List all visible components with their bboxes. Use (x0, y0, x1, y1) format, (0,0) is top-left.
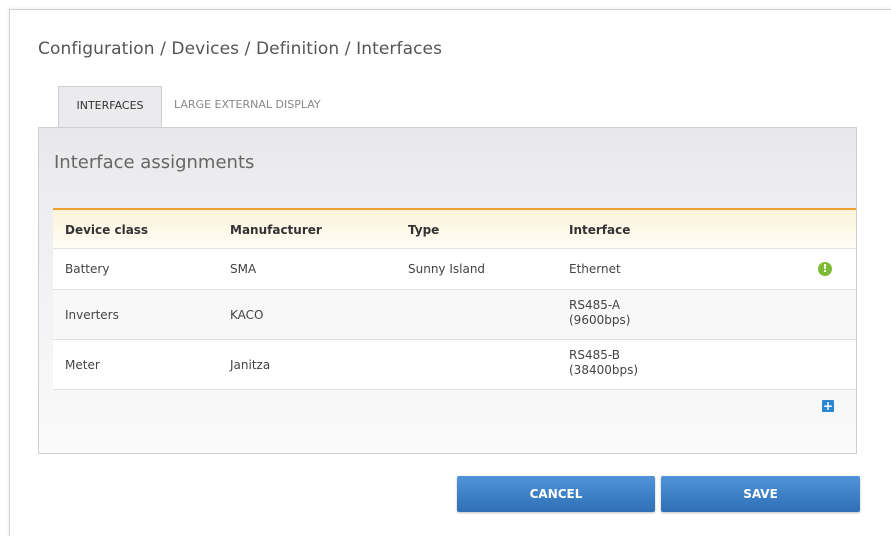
header-type: Type (408, 223, 440, 237)
table-row[interactable]: Battery SMA Sunny Island Ethernet ! (53, 249, 856, 290)
cell-type: Sunny Island (408, 262, 486, 276)
plus-icon[interactable]: + (822, 400, 834, 412)
table-row[interactable]: Meter Janitza RS485-B (38400bps) (53, 340, 856, 390)
cell-device-class: Battery (65, 262, 110, 276)
table-row[interactable]: Inverters KACO RS485-A (9600bps) (53, 290, 856, 340)
cell-manufacturer: Janitza (230, 358, 271, 372)
cell-device-class: Inverters (65, 308, 119, 322)
tab-interfaces[interactable]: INTERFACES (58, 86, 162, 129)
breadcrumb: Configuration / Devices / Definition / I… (38, 39, 443, 59)
cell-interface: RS485-B (38400bps) (569, 348, 638, 378)
header-device-class: Device class (65, 223, 149, 237)
cell-interface-line1: RS485-A (569, 298, 621, 312)
cancel-button[interactable]: CANCEL (457, 476, 655, 512)
panel-title: Interface assignments (54, 152, 255, 173)
interface-assignments-panel: Interface assignments Device class Manuf… (38, 127, 857, 454)
cell-interface-line2: (9600bps) (569, 313, 631, 327)
tab-large-external-display[interactable]: LARGE EXTERNAL DISPLAY (174, 86, 354, 128)
cell-interface: RS485-A (9600bps) (569, 298, 630, 328)
cell-interface: Ethernet (569, 262, 621, 276)
cell-manufacturer: SMA (230, 262, 257, 276)
exclamation-icon[interactable]: ! (818, 262, 832, 276)
cell-manufacturer: KACO (230, 308, 264, 322)
save-button[interactable]: SAVE (661, 476, 860, 512)
cell-interface-line2: (38400bps) (569, 363, 639, 377)
header-interface: Interface (569, 223, 631, 237)
cell-device-class: Meter (65, 358, 100, 372)
cell-interface-line1: RS485-B (569, 348, 620, 362)
table-header: Device class Manufacturer Type Interface (53, 210, 856, 249)
assignments-table: Device class Manufacturer Type Interface… (53, 208, 856, 390)
header-manufacturer: Manufacturer (230, 223, 322, 237)
